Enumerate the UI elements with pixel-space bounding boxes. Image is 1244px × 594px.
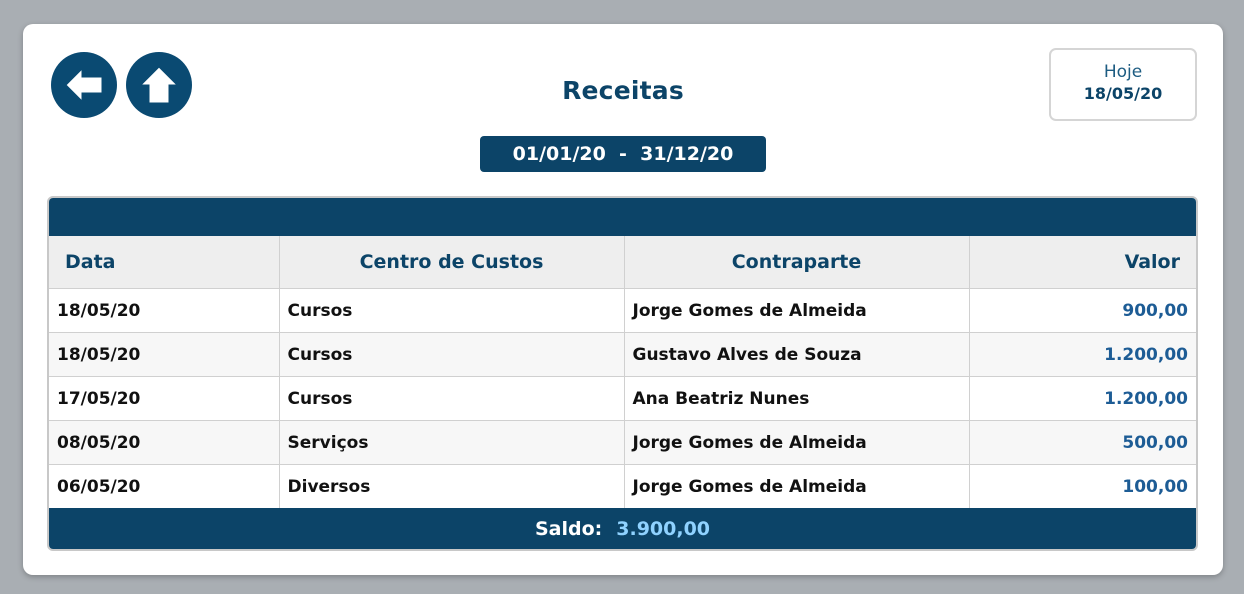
cell-valor: 1.200,00 [969, 332, 1196, 377]
cell-valor: 900,00 [969, 288, 1196, 333]
cell-centro-de-custos: Serviços [279, 420, 625, 465]
cell-valor: 500,00 [969, 420, 1196, 465]
saldo-footer: Saldo: 3.900,00 [49, 508, 1196, 549]
table-row[interactable]: 08/05/20 Serviços Jorge Gomes de Almeida… [49, 420, 1196, 465]
column-header-centro-de-custos[interactable]: Centro de Custos [279, 236, 625, 289]
period-selector[interactable]: 01/01/20 - 31/12/20 [480, 136, 766, 172]
saldo-label: Saldo: [534, 518, 603, 540]
receitas-table: Data Centro de Custos Contraparte Valor … [47, 196, 1198, 551]
data-table: Data Centro de Custos Contraparte Valor … [49, 236, 1196, 508]
today-date: 18/05/20 [1083, 84, 1163, 103]
cell-data: 18/05/20 [49, 288, 280, 333]
cell-data: 18/05/20 [49, 332, 280, 377]
table-row[interactable]: 18/05/20 Cursos Jorge Gomes de Almeida 9… [49, 288, 1196, 333]
cell-centro-de-custos: Diversos [279, 464, 625, 508]
column-header-valor[interactable]: Valor [969, 236, 1196, 289]
table-row[interactable]: 18/05/20 Cursos Gustavo Alves de Souza 1… [49, 332, 1196, 377]
cell-data: 08/05/20 [49, 420, 280, 465]
column-header-data[interactable]: Data [49, 236, 280, 289]
cell-data: 06/05/20 [49, 464, 280, 508]
table-row[interactable]: 06/05/20 Diversos Jorge Gomes de Almeida… [49, 464, 1196, 508]
today-label: Hoje [1103, 62, 1143, 82]
table-top-bar [49, 198, 1196, 236]
column-header-contraparte[interactable]: Contraparte [624, 236, 970, 289]
cell-valor: 100,00 [1122, 476, 1188, 497]
cell-contraparte: Jorge Gomes de Almeida [624, 420, 970, 465]
today-box: Hoje 18/05/20 [1049, 48, 1197, 121]
cell-contraparte: Gustavo Alves de Souza [624, 332, 970, 377]
cell-centro-de-custos: Cursos [279, 288, 625, 333]
table-header-row: Data Centro de Custos Contraparte Valor [49, 236, 1196, 289]
table-row[interactable]: 17/05/20 Cursos Ana Beatriz Nunes 1.200,… [49, 376, 1196, 421]
saldo-value: 3.900,00 [616, 518, 711, 540]
cell-contraparte: Jorge Gomes de Almeida [624, 288, 970, 333]
page-title: Receitas [562, 76, 684, 105]
cell-data: 17/05/20 [49, 376, 280, 421]
main-card: Receitas Hoje 18/05/20 01/01/20 - 31/12/… [23, 24, 1223, 575]
cell-contraparte: Ana Beatriz Nunes [624, 376, 970, 421]
cell-centro-de-custos: Cursos [279, 332, 625, 377]
cell-valor: 1.200,00 [969, 376, 1196, 421]
cell-contraparte: Jorge Gomes de Almeida [624, 464, 970, 508]
cell-centro-de-custos: Cursos [279, 376, 625, 421]
